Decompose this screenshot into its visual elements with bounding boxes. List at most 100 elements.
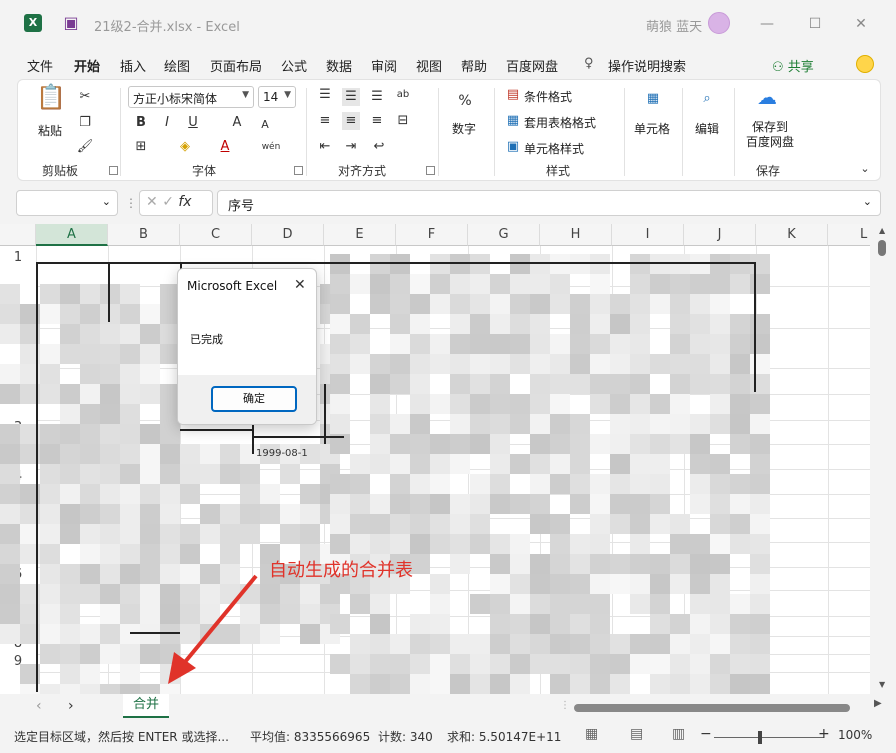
paste-button[interactable]: 粘贴 (38, 122, 62, 139)
fill-color-icon[interactable]: ◈ (176, 138, 194, 156)
scroll-right-icon[interactable]: ▶ (874, 698, 882, 709)
col-header-e[interactable]: E (324, 224, 396, 246)
next-sheet-icon[interactable]: › (68, 698, 74, 714)
col-header-l[interactable]: L (828, 224, 870, 246)
conditional-format-icon[interactable]: ▤ (504, 86, 522, 104)
percent-icon[interactable]: % (456, 92, 474, 110)
vertical-scrollbar[interactable]: ▲ ▼ (870, 224, 896, 694)
col-header-k[interactable]: K (756, 224, 828, 246)
save-to-baidu-button[interactable]: 保存到 百度网盘 (744, 120, 796, 150)
phonetic-button[interactable]: wén (258, 138, 284, 156)
zoom-level[interactable]: 100% (838, 728, 872, 742)
close-icon[interactable]: ✕ (294, 277, 306, 293)
formula-input[interactable]: 序号 ⌄ (217, 190, 881, 216)
col-header-j[interactable]: J (684, 224, 756, 246)
col-header-d[interactable]: D (252, 224, 324, 246)
horizontal-scroll-thumb[interactable] (574, 704, 850, 712)
avatar[interactable] (708, 12, 730, 34)
page-break-icon[interactable]: ▥ (672, 726, 685, 742)
menu-data[interactable]: 数据 (326, 56, 352, 75)
collapse-ribbon-icon[interactable]: ⌄ (856, 160, 874, 178)
cells-icon[interactable]: ▦ (644, 90, 662, 108)
normal-view-icon[interactable]: ▦ (585, 726, 598, 742)
col-header-g[interactable]: G (468, 224, 540, 246)
align-right-icon[interactable]: ≡ (368, 112, 386, 130)
close-button[interactable]: ✕ (846, 10, 876, 38)
align-middle-icon[interactable]: ☰ (342, 88, 360, 106)
menu-help[interactable]: 帮助 (461, 56, 487, 75)
scroll-thumb[interactable] (878, 240, 886, 256)
format-as-table-icon[interactable]: ▦ (504, 112, 522, 130)
dialog-launcher-icon[interactable] (294, 166, 303, 175)
zoom-slider-thumb[interactable] (758, 731, 762, 744)
cut-icon[interactable]: ✂ (76, 88, 94, 106)
search-tell-me[interactable]: 操作说明搜索 (608, 56, 686, 75)
grow-font-button[interactable]: A (228, 114, 246, 132)
align-center-icon[interactable]: ≡ (342, 112, 360, 130)
col-header-b[interactable]: B (108, 224, 180, 246)
format-painter-icon[interactable]: 🖌 (76, 138, 94, 156)
font-name-select[interactable]: 方正小标宋简体 ▼ (128, 86, 254, 108)
page-layout-icon[interactable]: ▤ (630, 726, 643, 742)
menu-formulas[interactable]: 公式 (281, 56, 307, 75)
menu-insert[interactable]: 插入 (120, 56, 146, 75)
col-header-a[interactable]: A (36, 224, 108, 246)
menu-baidu[interactable]: 百度网盘 (506, 56, 558, 75)
col-header-c[interactable]: C (180, 224, 252, 246)
orientation-icon[interactable]: ab (394, 86, 412, 104)
col-header-h[interactable]: H (540, 224, 612, 246)
expand-formula-icon[interactable]: ⌄ (863, 195, 872, 208)
font-color-button[interactable]: A (216, 138, 234, 156)
save-icon[interactable]: ▣ (62, 14, 80, 32)
align-top-icon[interactable]: ☰ (316, 86, 334, 104)
decrease-indent-icon[interactable]: ⇤ (316, 138, 334, 156)
prev-sheet-icon[interactable]: ‹ (36, 698, 42, 714)
align-bottom-icon[interactable]: ☰ (368, 88, 386, 106)
feedback-smiley-icon[interactable] (856, 55, 874, 73)
menu-home[interactable]: 开始 (74, 56, 100, 75)
italic-button[interactable]: I (158, 114, 176, 132)
row-header-1[interactable]: 1 (0, 246, 36, 286)
font-size-select[interactable]: 14 ▼ (258, 86, 296, 108)
format-as-table-button[interactable]: 套用表格格式 (524, 114, 596, 131)
select-all-corner[interactable] (0, 224, 36, 246)
minimize-button[interactable]: — (752, 10, 782, 38)
align-left-icon[interactable]: ≡ (316, 112, 334, 130)
bold-button[interactable]: B (132, 114, 150, 132)
maximize-button[interactable]: ☐ (800, 10, 830, 38)
col-header-f[interactable]: F (396, 224, 468, 246)
borders-icon[interactable]: ⊞ (132, 138, 150, 156)
editing-button[interactable]: 编辑 (695, 120, 719, 137)
chevron-down-icon[interactable]: ⌄ (102, 195, 111, 208)
find-icon[interactable]: ⌕ (698, 90, 716, 108)
ok-button[interactable]: 确定 (211, 386, 297, 412)
menu-file[interactable]: 文件 (27, 56, 53, 75)
scroll-down-icon[interactable]: ▼ (879, 680, 885, 689)
name-box[interactable]: ⌄ (16, 190, 118, 216)
wrap-text-icon[interactable]: ↩ (370, 138, 388, 156)
dialog-launcher-icon[interactable] (109, 166, 118, 175)
paste-icon[interactable]: 📋 (36, 85, 66, 118)
shrink-font-button[interactable]: A (256, 116, 274, 134)
copy-icon[interactable]: ❐ (76, 114, 94, 132)
number-format-button[interactable]: 数字 (452, 120, 476, 137)
baidu-cloud-icon[interactable]: ☁ (754, 87, 780, 112)
enter-icon[interactable]: ✓ (162, 194, 178, 210)
sheet-tab[interactable]: 合并 (123, 694, 169, 718)
cancel-icon[interactable]: ✕ (146, 194, 162, 210)
share-button[interactable]: ⚇ 共享 (772, 56, 814, 75)
cell-styles-icon[interactable]: ▣ (504, 138, 522, 156)
col-header-i[interactable]: I (612, 224, 684, 246)
worksheet-grid[interactable]: A B C D E F G H I J K L 1 2 3 4 5 6 8 9 … (0, 224, 870, 704)
insert-function-button[interactable]: fx (178, 194, 191, 210)
cell-styles-button[interactable]: 单元格样式 (524, 140, 584, 157)
merge-center-icon[interactable]: ⊟ (394, 112, 412, 130)
menu-review[interactable]: 审阅 (371, 56, 397, 75)
cells-button[interactable]: 单元格 (634, 120, 670, 137)
menu-page-layout[interactable]: 页面布局 (210, 56, 262, 75)
dialog-launcher-icon[interactable] (426, 166, 435, 175)
zoom-slider[interactable] (714, 737, 824, 738)
menu-view[interactable]: 视图 (416, 56, 442, 75)
conditional-format-button[interactable]: 条件格式 (524, 88, 572, 105)
increase-indent-icon[interactable]: ⇥ (342, 138, 360, 156)
